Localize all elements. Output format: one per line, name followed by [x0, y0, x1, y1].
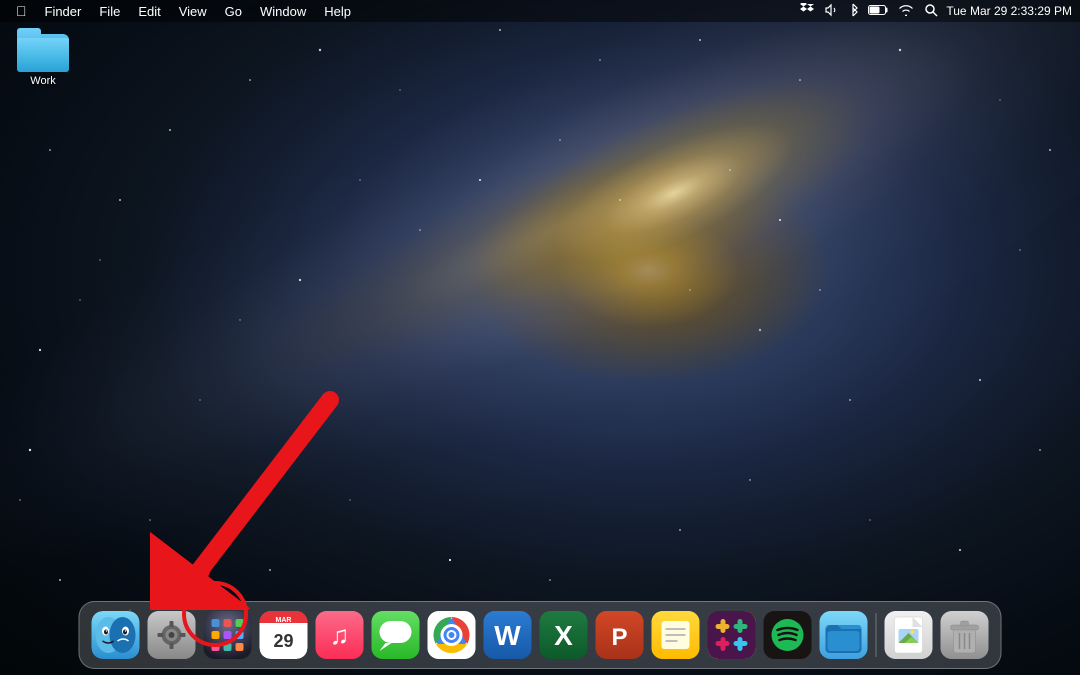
ppt-dock-icon: P	[596, 611, 644, 659]
dock-files[interactable]	[818, 609, 870, 661]
dock: 29 MAR ♫	[79, 601, 1002, 669]
word-dock-icon: W	[484, 611, 532, 659]
window-menu[interactable]: Window	[252, 0, 314, 22]
finder-dock-icon	[92, 611, 140, 659]
dock-system-preferences[interactable]	[146, 609, 198, 661]
desktop-work-folder[interactable]: Work	[8, 28, 78, 87]
spotify-dock-icon	[764, 611, 812, 659]
dropbox-icon[interactable]	[798, 3, 816, 20]
dock-excel[interactable]: X	[538, 609, 590, 661]
music-dock-icon: ♫	[316, 611, 364, 659]
dock-finder[interactable]	[90, 609, 142, 661]
svg-text:MAR: MAR	[276, 617, 292, 624]
menubar-left:  Finder File Edit View Go Window Help	[8, 0, 359, 22]
folder-icon	[17, 28, 69, 72]
trash-dock-icon	[941, 611, 989, 659]
menubar-clock: Tue Mar 29 2:33:29 PM	[946, 4, 1072, 18]
slack-dock-icon	[708, 611, 756, 659]
dock-trash[interactable]	[939, 609, 991, 661]
svg-text:P: P	[611, 624, 627, 651]
sysprefs-dock-icon	[148, 611, 196, 659]
dock-launchpad[interactable]	[202, 609, 254, 661]
menubar:  Finder File Edit View Go Window Help	[0, 0, 1080, 22]
preview-dock-icon	[885, 611, 933, 659]
notes-dock-icon	[652, 611, 700, 659]
battery-icon[interactable]	[866, 4, 890, 19]
excel-dock-icon: X	[540, 611, 588, 659]
menubar-right: Tue Mar 29 2:33:29 PM	[798, 3, 1072, 20]
audio-icon[interactable]	[822, 3, 840, 20]
search-icon[interactable]	[922, 3, 940, 20]
svg-text:X: X	[554, 620, 573, 651]
dock-spotify[interactable]	[762, 609, 814, 661]
files-dock-icon	[820, 611, 868, 659]
help-menu[interactable]: Help	[316, 0, 359, 22]
stars-layer	[0, 0, 1080, 675]
apple-menu[interactable]: 	[8, 3, 35, 19]
bluetooth-icon[interactable]	[846, 3, 860, 20]
svg-text:♫: ♫	[330, 620, 350, 650]
go-menu[interactable]: Go	[217, 0, 250, 22]
launchpad-dock-icon	[204, 611, 252, 659]
dock-preview[interactable]	[883, 609, 935, 661]
finder-menu-app[interactable]: Finder	[37, 0, 90, 22]
dock-notes[interactable]	[650, 609, 702, 661]
dock-slack[interactable]	[706, 609, 758, 661]
folder-label: Work	[8, 75, 78, 87]
edit-menu[interactable]: Edit	[130, 0, 168, 22]
dock-powerpoint[interactable]: P	[594, 609, 646, 661]
wifi-icon[interactable]	[896, 4, 916, 19]
dock-word[interactable]: W	[482, 609, 534, 661]
desktop:  Finder File Edit View Go Window Help	[0, 0, 1080, 675]
chrome-dock-icon	[428, 611, 476, 659]
folder-tab	[17, 28, 41, 38]
dock-music[interactable]: ♫	[314, 609, 366, 661]
svg-text:29: 29	[273, 631, 293, 651]
dock-chrome[interactable]	[426, 609, 478, 661]
file-menu[interactable]: File	[91, 0, 128, 22]
dock-separator	[876, 613, 877, 657]
messages-dock-icon	[372, 611, 420, 659]
svg-text:W: W	[494, 620, 521, 651]
folder-front	[17, 38, 69, 72]
mail-dock-icon: 29 MAR	[260, 611, 308, 659]
dock-mail[interactable]: 29 MAR	[258, 609, 310, 661]
view-menu[interactable]: View	[171, 0, 215, 22]
dock-messages[interactable]	[370, 609, 422, 661]
